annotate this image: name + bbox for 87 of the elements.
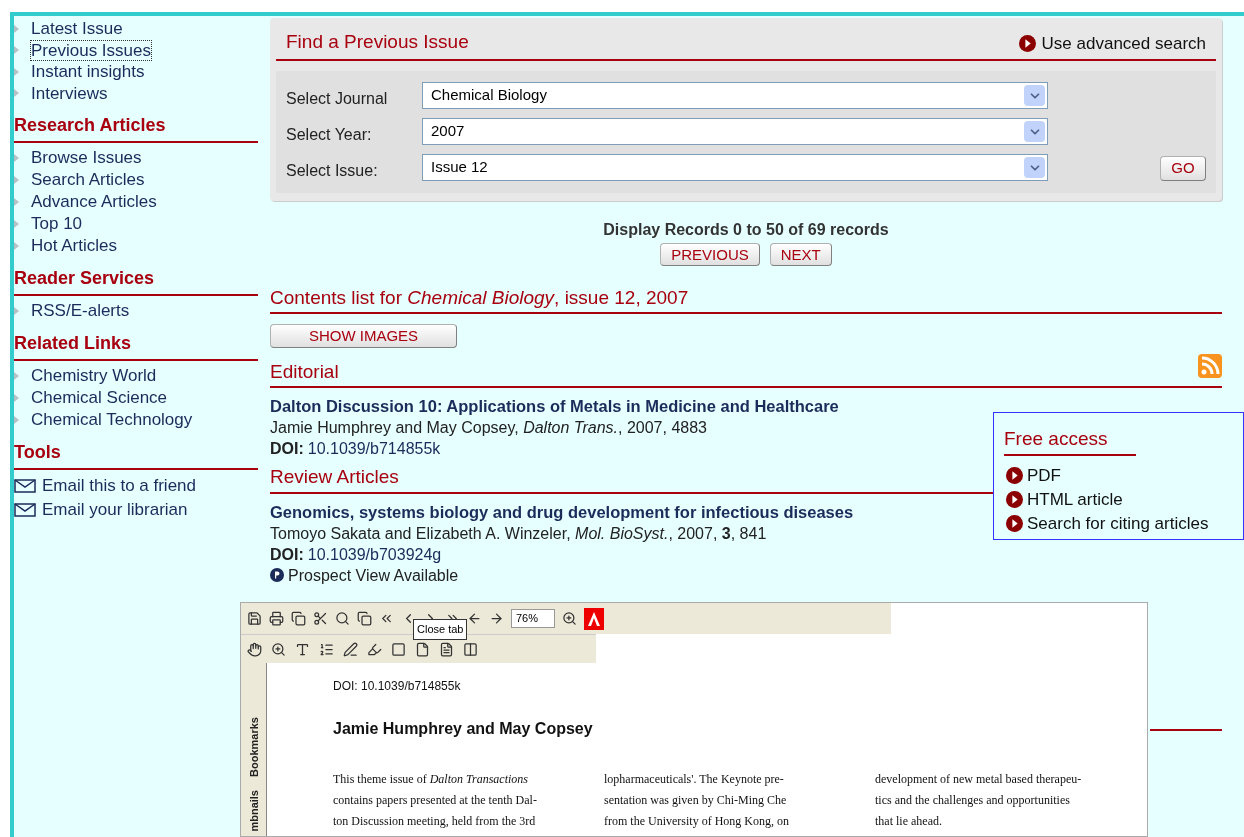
triangle-bullet-icon bbox=[14, 89, 19, 98]
sidebar-heading: Reader Services bbox=[14, 265, 258, 296]
play-circle-icon bbox=[1018, 35, 1036, 53]
tooltip: Close tab bbox=[413, 619, 468, 640]
toolbar-icon[interactable] bbox=[335, 611, 350, 626]
toolbar-icon[interactable] bbox=[291, 611, 306, 626]
toolbar-icon[interactable] bbox=[439, 641, 454, 657]
free-access-link[interactable]: HTML article bbox=[1006, 487, 1231, 512]
sidebar-heading: Related Links bbox=[14, 330, 258, 361]
toolbar-icon[interactable] bbox=[247, 641, 262, 657]
pdf-paragraph: This theme issue of Dalton Transactions contains papers presented at the tenth Dal- ton Discussion meeting, held from the 3rd bbox=[333, 771, 538, 830]
article-citation: Tomoyo Sakata and Elizabeth A. Winzeler, Mol. BioSyst., 2007, 3, 841 bbox=[270, 523, 767, 544]
sidebar-link[interactable]: Latest Issue bbox=[31, 19, 123, 39]
triangle-bullet-icon bbox=[14, 307, 19, 315]
show-images-button[interactable]: SHOW IMAGES bbox=[270, 324, 457, 348]
field-label: Select Journal bbox=[286, 88, 389, 109]
triangle-bullet-icon bbox=[14, 24, 19, 33]
free-access-link[interactable]: Search for citing articles bbox=[1006, 511, 1231, 536]
pager-button[interactable]: NEXT bbox=[769, 242, 832, 266]
article-citation: Jamie Humphrey and May Copsey, Dalton Trans., 2007, 4883 bbox=[270, 418, 707, 438]
toolbar-icon[interactable] bbox=[247, 611, 262, 626]
free-access-link[interactable]: PDF bbox=[1006, 463, 1231, 488]
sidebar-heading: Research Articles bbox=[14, 112, 258, 143]
toolbar-icon[interactable] bbox=[313, 611, 328, 626]
select-field[interactable]: Issue 12 bbox=[422, 154, 1048, 181]
doi-link[interactable]: 10.1039/b703924g bbox=[307, 543, 442, 565]
triangle-bullet-icon bbox=[14, 394, 19, 402]
pager-button[interactable]: PREVIOUS bbox=[660, 242, 760, 266]
triangle-bullet-icon bbox=[14, 198, 19, 206]
zoom-field[interactable]: 76% bbox=[511, 609, 555, 628]
section-heading: Editorial bbox=[270, 359, 339, 384]
article-title[interactable]: Dalton Discussion 10: Applications of Metals in Medicine and Healthcare bbox=[270, 396, 839, 417]
panel-title: Find a Previous Issue bbox=[286, 30, 469, 54]
toolbar-icon[interactable] bbox=[343, 641, 358, 657]
article-title[interactable]: Genomics, systems biology and drug development for infectious diseases bbox=[270, 501, 854, 523]
contents-title: Contents list for Chemical Biology, issue 12, 2007 bbox=[270, 283, 1222, 314]
triangle-bullet-icon bbox=[14, 46, 19, 55]
prospect-link[interactable]: Prospect View Available bbox=[288, 564, 459, 586]
zoom-in-icon[interactable] bbox=[562, 611, 577, 626]
select-field[interactable]: 2007 bbox=[422, 118, 1048, 145]
side-tab[interactable]: mbnails bbox=[246, 790, 261, 832]
sidebar-link[interactable]: Email your librarian bbox=[42, 497, 188, 523]
free-access-title: Free access bbox=[1004, 425, 1136, 456]
triangle-bullet-icon bbox=[14, 372, 19, 380]
triangle-bullet-icon bbox=[14, 416, 19, 424]
envelope-icon bbox=[14, 479, 36, 493]
field-label: Select Issue: bbox=[286, 160, 379, 181]
toolbar-icon[interactable] bbox=[463, 641, 478, 657]
doi-label: DOI: bbox=[270, 439, 304, 459]
section-heading: Review Articles bbox=[270, 465, 399, 489]
envelope-icon bbox=[14, 503, 36, 517]
toolbar-icon[interactable] bbox=[357, 611, 372, 626]
pdf-doi: DOI: 10.1039/b714855k bbox=[333, 678, 462, 695]
toolbar-icon[interactable] bbox=[467, 611, 482, 626]
doi-label: DOI: bbox=[270, 544, 304, 565]
toolbar-icon[interactable] bbox=[269, 611, 284, 626]
sidebar-link[interactable]: Instant insights bbox=[31, 62, 145, 82]
p-circle-icon bbox=[270, 568, 284, 582]
sidebar-link[interactable]: Email this to a friend bbox=[42, 473, 196, 499]
play-circle-icon bbox=[1006, 491, 1023, 508]
toolbar-icon[interactable] bbox=[319, 641, 334, 657]
advanced-search-link[interactable]: Use advanced search bbox=[1018, 31, 1206, 57]
toolbar-icon[interactable] bbox=[489, 611, 504, 626]
side-tab[interactable]: Bookmarks bbox=[246, 716, 261, 777]
sidebar-link[interactable]: Interviews bbox=[31, 83, 108, 103]
toolbar-icon[interactable] bbox=[271, 641, 286, 657]
doi-link[interactable]: 10.1039/b714855k bbox=[307, 438, 441, 459]
toolbar-icon[interactable] bbox=[367, 641, 382, 657]
pdf-paragraph: lopharmaceuticals'. The Keynote pre- sentation was given by Chi-Ming Che from the University of Hong Kong, on bbox=[604, 771, 790, 830]
pdf-paragraph: development of new metal based therapeu- tics and the challenges and opportunities that lie ahead. bbox=[875, 771, 1083, 830]
triangle-bullet-icon bbox=[14, 220, 19, 228]
toolbar-icon[interactable] bbox=[295, 641, 310, 657]
records-summary: Display Records 0 to 50 of 69 records bbox=[603, 219, 889, 240]
triangle-bullet-icon bbox=[14, 242, 19, 250]
play-circle-icon bbox=[1006, 515, 1023, 532]
sidebar-link[interactable]: Previous Issues bbox=[31, 40, 151, 60]
go-button[interactable]: GO bbox=[1160, 155, 1206, 181]
field-label: Select Year: bbox=[286, 124, 373, 145]
pdf-authors: Jamie Humphrey and May Copsey bbox=[333, 719, 594, 739]
sidebar-link[interactable]: RSS/E-alerts bbox=[31, 298, 130, 324]
triangle-bullet-icon bbox=[14, 176, 19, 184]
sidebar-heading: Tools bbox=[14, 439, 258, 470]
triangle-bullet-icon bbox=[14, 67, 19, 76]
triangle-bullet-icon bbox=[14, 154, 19, 162]
toolbar-icon[interactable] bbox=[415, 641, 430, 657]
select-field[interactable]: Chemical Biology bbox=[422, 82, 1048, 109]
play-circle-icon bbox=[1006, 467, 1023, 484]
